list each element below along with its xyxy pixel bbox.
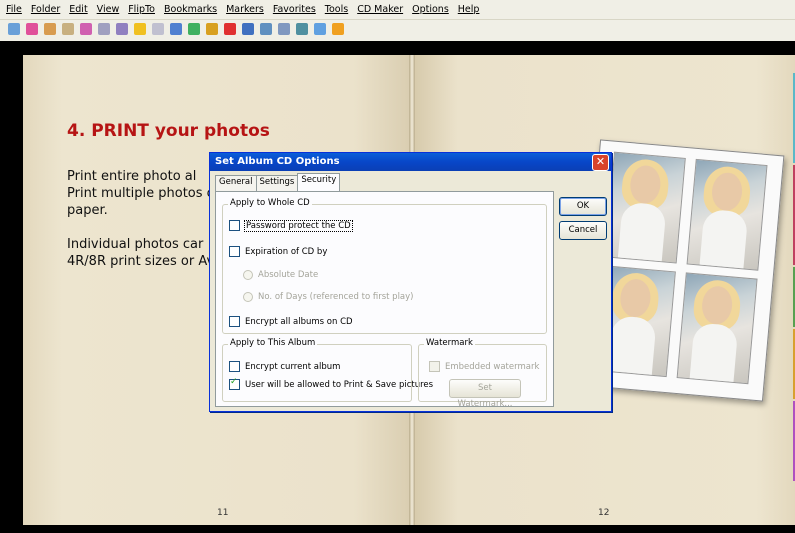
menu-tools[interactable]: Tools: [325, 4, 348, 15]
checkbox-box[interactable]: [229, 361, 240, 372]
group-label: Watermark: [424, 338, 475, 348]
whole-cd-group: Apply to Whole CD Password protect the C…: [222, 198, 547, 334]
this-album-group: Apply to This Album Encrypt current albu…: [222, 338, 433, 402]
body-line: Print multiple photos c: [67, 186, 214, 201]
right-page-number: 12: [598, 508, 610, 518]
page-icon[interactable]: [98, 23, 110, 35]
page-heading: 4. PRINT your photos: [67, 121, 270, 141]
menu-markers[interactable]: Markers: [226, 4, 264, 15]
photo: [604, 151, 686, 264]
tab-settings[interactable]: Settings: [255, 175, 299, 191]
checkbox-box[interactable]: [429, 361, 440, 372]
embedded-watermark-checkbox[interactable]: Embedded watermark: [429, 361, 539, 372]
bookmark-pink-icon[interactable]: [26, 23, 38, 35]
ok-button[interactable]: OK: [559, 197, 607, 216]
encrypt-all-checkbox[interactable]: Encrypt all albums on CD: [229, 316, 353, 327]
radio-dot[interactable]: [243, 270, 253, 280]
menu-file[interactable]: File: [6, 4, 22, 15]
checkbox-label: Embedded watermark: [445, 361, 540, 372]
body-line: Print entire photo al: [67, 169, 197, 184]
tab-security[interactable]: Security: [297, 173, 341, 191]
menu-flipto[interactable]: FlipTo: [128, 4, 155, 15]
checkbox-label: Encrypt current album: [245, 361, 341, 372]
nav-blue-icon[interactable]: [242, 23, 254, 35]
book-gold-icon[interactable]: [206, 23, 218, 35]
watermark-group: Watermark Embedded watermark Set Waterma…: [418, 338, 547, 409]
menu-help[interactable]: Help: [458, 4, 480, 15]
menu-cd-maker[interactable]: CD Maker: [357, 4, 403, 15]
menu-options[interactable]: Options: [412, 4, 449, 15]
stop-red-icon[interactable]: [224, 23, 236, 35]
monitor-icon[interactable]: [260, 23, 272, 35]
grid-icon[interactable]: [278, 23, 290, 35]
absolute-date-radio[interactable]: Absolute Date: [243, 270, 318, 280]
dialog-tabs: General Settings Security: [215, 173, 341, 191]
book-icon[interactable]: [62, 23, 74, 35]
checkbox-box[interactable]: [229, 377, 240, 390]
checkbox-label: Password protect the CD: [244, 219, 353, 232]
print-save-checkbox[interactable]: User will be allowed to Print & Save pic…: [229, 377, 434, 390]
checkbox-label: Encrypt all albums on CD: [245, 316, 353, 327]
menu-bar: File Folder Edit View FlipTo Bookmarks Markers…: [0, 0, 795, 20]
photo: [686, 158, 768, 271]
menu-folder[interactable]: Folder: [31, 4, 60, 15]
radio-label: Absolute Date: [258, 270, 319, 280]
tab-general[interactable]: General: [215, 175, 257, 191]
group-label: Apply to This Album: [228, 338, 318, 348]
password-checkbox[interactable]: Password protect the CD: [229, 219, 353, 232]
cd-icon[interactable]: [332, 23, 344, 35]
menu-favorites[interactable]: Favorites: [273, 4, 316, 15]
group-label: Apply to Whole CD: [228, 198, 312, 208]
body-line: 4R/8R print sizes or Av: [67, 254, 215, 269]
toolbar-icons: [8, 23, 344, 35]
radio-dot[interactable]: [243, 292, 253, 302]
left-page-number: 11: [217, 508, 229, 518]
eye-icon[interactable]: [8, 23, 20, 35]
columns-icon[interactable]: [170, 23, 182, 35]
menu-view[interactable]: View: [97, 4, 120, 15]
flip-icon[interactable]: [152, 23, 164, 35]
arrow-pink-icon[interactable]: [80, 23, 92, 35]
tag-green-icon[interactable]: [188, 23, 200, 35]
add-yellow-icon[interactable]: [134, 23, 146, 35]
expiration-checkbox[interactable]: Expiration of CD by: [229, 246, 327, 257]
cursor-icon[interactable]: [314, 23, 326, 35]
menu-items: File Folder Edit View FlipTo Bookmarks Markers…: [6, 4, 479, 15]
menu-bookmarks[interactable]: Bookmarks: [164, 4, 217, 15]
viewer-band: [0, 41, 795, 56]
set-watermark-button[interactable]: Set Watermark...: [449, 379, 521, 409]
checkbox-box[interactable]: [229, 220, 240, 231]
checkbox-box[interactable]: [229, 246, 240, 257]
body-line: paper.: [67, 203, 108, 218]
body-line: Individual photos car: [67, 237, 204, 252]
radio-label: No. of Days (referenced to first play): [258, 292, 414, 302]
close-button[interactable]: ✕: [592, 154, 609, 171]
dialog-titlebar[interactable]: Set Album CD Options ✕: [210, 153, 611, 171]
checkbox-label: Expiration of CD by: [245, 246, 328, 257]
album-cd-options-dialog: Set Album CD Options ✕ General Settings …: [209, 152, 612, 412]
days-radio[interactable]: No. of Days (referenced to first play): [243, 292, 413, 302]
dialog-title: Set Album CD Options: [215, 156, 340, 167]
toolbar: [0, 20, 795, 42]
album-icon[interactable]: [296, 23, 308, 35]
print-icon[interactable]: [116, 23, 128, 35]
menu-edit[interactable]: Edit: [69, 4, 87, 15]
security-panel: Apply to Whole CD Password protect the C…: [215, 191, 554, 409]
photo: [676, 272, 758, 385]
book-open-icon[interactable]: [44, 23, 56, 35]
encrypt-current-checkbox[interactable]: Encrypt current album: [229, 361, 340, 372]
checkbox-label: User will be allowed to Print & Save pic…: [245, 379, 434, 390]
cancel-button[interactable]: Cancel: [559, 221, 607, 240]
checkbox-box[interactable]: [229, 316, 240, 327]
